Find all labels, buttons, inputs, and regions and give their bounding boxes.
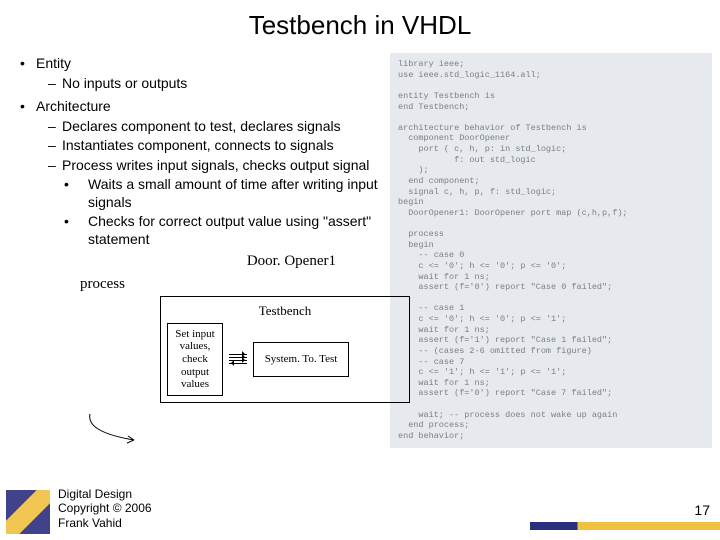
corner-decoration-icon (6, 490, 50, 534)
slide-accent-bar (530, 522, 720, 530)
bullet-arch-sub1: –Declares component to test, declares si… (48, 118, 390, 136)
bullet-arch-sub3: –Process writes input signals, checks ou… (48, 157, 390, 175)
signal-arrows (229, 354, 247, 364)
testbench-diagram: Testbench Set input values, check output… (160, 296, 410, 403)
footer-line: Digital Design (58, 487, 152, 501)
t: values, (174, 340, 216, 353)
text: Waits a small amount of time after writi… (88, 176, 378, 210)
instance-label: Door. Opener1 (20, 252, 390, 271)
text: Process writes input signals, checks out… (62, 157, 369, 173)
testbench-caption: Testbench (167, 303, 403, 319)
text: Checks for correct output value using "a… (88, 213, 371, 247)
bullet-entity-sub: –No inputs or outputs (48, 75, 390, 93)
arrow-left-icon (229, 363, 247, 364)
footer-line: Copyright © 2006 (58, 501, 152, 515)
process-arrow-icon (84, 412, 144, 450)
code-listing: library ieee; use ieee.std_logic_1164.al… (390, 53, 712, 448)
bullet-arch-sub2: –Instantiates component, connects to sig… (48, 137, 390, 155)
text: Architecture (36, 98, 111, 114)
process-label: process (80, 275, 390, 294)
t: output (174, 366, 216, 379)
bullet-arch: •Architecture (20, 98, 390, 116)
text: Entity (36, 55, 71, 71)
text: Declares component to test, declares sig… (62, 118, 341, 134)
t: values (174, 378, 216, 391)
t: Set input (174, 328, 216, 341)
text: No inputs or outputs (62, 75, 187, 91)
t: check (174, 353, 216, 366)
slide-number: 17 (694, 502, 710, 518)
content-area: •Entity –No inputs or outputs •Architect… (0, 49, 720, 448)
system-to-test-box: System. To. Test (253, 342, 349, 377)
bullet-entity: •Entity (20, 55, 390, 73)
slide-title: Testbench in VHDL (0, 0, 720, 49)
set-values-box: Set input values, check output values (167, 323, 223, 396)
bullet-proc-sub1: •Waits a small amount of time after writ… (76, 176, 390, 211)
text: Instantiates component, connects to sign… (62, 137, 334, 153)
footer-credits: Digital Design Copyright © 2006 Frank Va… (58, 487, 152, 530)
bullet-proc-sub2: •Checks for correct output value using "… (76, 213, 390, 248)
bullet-column: •Entity –No inputs or outputs •Architect… (20, 49, 390, 448)
footer-line: Frank Vahid (58, 516, 152, 530)
